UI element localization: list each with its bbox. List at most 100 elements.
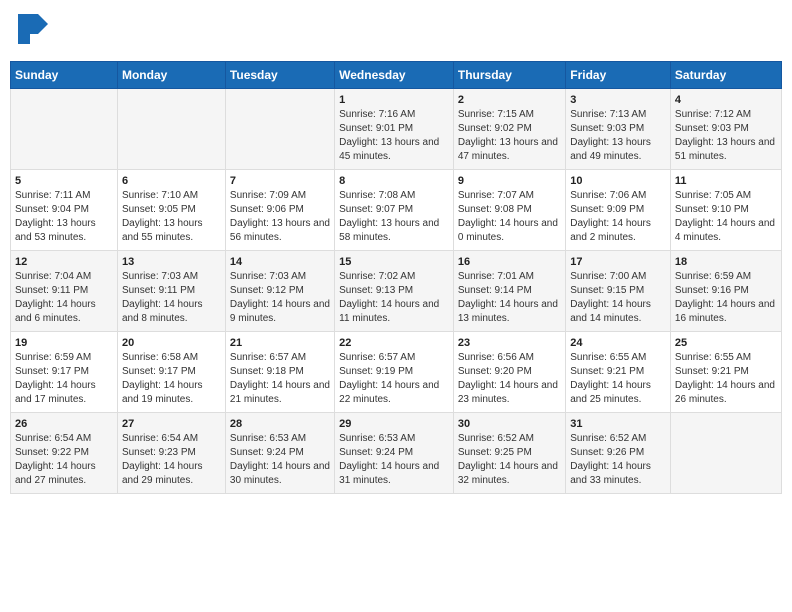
calendar-cell: 12 Sunrise: 7:04 AMSunset: 9:11 PMDayligh… [11, 251, 118, 332]
day-info: Sunrise: 7:05 AMSunset: 9:10 PMDaylight:… [675, 189, 777, 245]
logo-icon [18, 14, 48, 49]
day-number: 11 [675, 175, 777, 187]
day-info: Sunrise: 7:01 AMSunset: 9:14 PMDaylight:… [458, 270, 561, 326]
day-number: 30 [458, 418, 561, 430]
day-info: Sunrise: 7:10 AMSunset: 9:05 PMDaylight:… [122, 189, 221, 245]
day-number: 22 [339, 337, 449, 349]
calendar-cell: 9 Sunrise: 7:07 AMSunset: 9:08 PMDaylight… [453, 170, 565, 251]
calendar-cell [225, 89, 334, 170]
calendar-cell: 15 Sunrise: 7:02 AMSunset: 9:13 PMDayligh… [335, 251, 454, 332]
calendar-cell [670, 413, 781, 494]
day-header-sunday: Sunday [11, 62, 118, 89]
day-number: 6 [122, 175, 221, 187]
day-info: Sunrise: 6:59 AMSunset: 9:17 PMDaylight:… [15, 351, 113, 407]
day-number: 13 [122, 256, 221, 268]
calendar-cell: 8 Sunrise: 7:08 AMSunset: 9:07 PMDaylight… [335, 170, 454, 251]
day-header-monday: Monday [117, 62, 225, 89]
day-number: 16 [458, 256, 561, 268]
calendar-cell: 20 Sunrise: 6:58 AMSunset: 9:17 PMDayligh… [117, 332, 225, 413]
day-info: Sunrise: 6:53 AMSunset: 9:24 PMDaylight:… [230, 432, 330, 488]
calendar-cell [117, 89, 225, 170]
day-number: 18 [675, 256, 777, 268]
day-number: 4 [675, 94, 777, 106]
calendar-cell: 7Sunrise: 7:09 AMSunset: 9:06 PMDaylight… [225, 170, 334, 251]
calendar-cell: 29 Sunrise: 6:53 AMSunset: 9:24 PMDayligh… [335, 413, 454, 494]
calendar-cell: 16 Sunrise: 7:01 AMSunset: 9:14 PMDayligh… [453, 251, 565, 332]
day-info: Sunrise: 7:08 AMSunset: 9:07 PMDaylight:… [339, 189, 449, 245]
calendar-cell: 3 Sunrise: 7:13 AMSunset: 9:03 PMDaylight… [566, 89, 671, 170]
logo [18, 14, 52, 49]
page-header [10, 10, 782, 53]
calendar-cell: 10 Sunrise: 7:06 AMSunset: 9:09 PMDayligh… [566, 170, 671, 251]
day-info: Sunrise: 6:54 AMSunset: 9:22 PMDaylight:… [15, 432, 113, 488]
calendar-table: SundayMondayTuesdayWednesdayThursdayFrid… [10, 61, 782, 494]
day-info: Sunrise: 7:04 AMSunset: 9:11 PMDaylight:… [15, 270, 113, 326]
calendar-cell [11, 89, 118, 170]
day-number: 29 [339, 418, 449, 430]
calendar-cell: 4 Sunrise: 7:12 AMSunset: 9:03 PMDaylight… [670, 89, 781, 170]
calendar-cell: 30 Sunrise: 6:52 AMSunset: 9:25 PMDayligh… [453, 413, 565, 494]
day-number: 12 [15, 256, 113, 268]
calendar-cell: 28 Sunrise: 6:53 AMSunset: 9:24 PMDayligh… [225, 413, 334, 494]
day-number: 14 [230, 256, 330, 268]
day-header-tuesday: Tuesday [225, 62, 334, 89]
day-number: 25 [675, 337, 777, 349]
day-number: 1 [339, 94, 449, 106]
day-number: 21 [230, 337, 330, 349]
calendar-cell: 31 Sunrise: 6:52 AMSunset: 9:26 PMDayligh… [566, 413, 671, 494]
calendar-cell: 23Sunrise: 6:56 AMSunset: 9:20 PMDayligh… [453, 332, 565, 413]
day-info: Sunrise: 7:03 AMSunset: 9:12 PMDaylight:… [230, 270, 330, 326]
calendar-cell: 2Sunrise: 7:15 AMSunset: 9:02 PMDaylight… [453, 89, 565, 170]
day-info: Sunrise: 7:00 AMSunset: 9:15 PMDaylight:… [570, 270, 666, 326]
day-number: 7 [230, 175, 330, 187]
day-info: Sunrise: 6:53 AMSunset: 9:24 PMDaylight:… [339, 432, 449, 488]
calendar-week-row: 1 Sunrise: 7:16 AMSunset: 9:01 PMDaylight… [11, 89, 782, 170]
day-number: 31 [570, 418, 666, 430]
day-number: 8 [339, 175, 449, 187]
day-number: 28 [230, 418, 330, 430]
day-info: Sunrise: 7:15 AMSunset: 9:02 PMDaylight:… [458, 108, 561, 164]
day-info: Sunrise: 7:16 AMSunset: 9:01 PMDaylight:… [339, 108, 449, 164]
day-info: Sunrise: 7:12 AMSunset: 9:03 PMDaylight:… [675, 108, 777, 164]
day-number: 10 [570, 175, 666, 187]
calendar-week-row: 26Sunrise: 6:54 AMSunset: 9:22 PMDayligh… [11, 413, 782, 494]
day-number: 27 [122, 418, 221, 430]
day-number: 17 [570, 256, 666, 268]
day-number: 19 [15, 337, 113, 349]
calendar-cell: 26Sunrise: 6:54 AMSunset: 9:22 PMDayligh… [11, 413, 118, 494]
day-number: 9 [458, 175, 561, 187]
calendar-cell: 22Sunrise: 6:57 AMSunset: 9:19 PMDayligh… [335, 332, 454, 413]
days-header-row: SundayMondayTuesdayWednesdayThursdayFrid… [11, 62, 782, 89]
day-header-saturday: Saturday [670, 62, 781, 89]
day-info: Sunrise: 6:55 AMSunset: 9:21 PMDaylight:… [570, 351, 666, 407]
calendar-cell: 25Sunrise: 6:55 AMSunset: 9:21 PMDayligh… [670, 332, 781, 413]
day-number: 3 [570, 94, 666, 106]
calendar-cell: 14 Sunrise: 7:03 AMSunset: 9:12 PMDayligh… [225, 251, 334, 332]
day-number: 15 [339, 256, 449, 268]
calendar-cell: 11 Sunrise: 7:05 AMSunset: 9:10 PMDayligh… [670, 170, 781, 251]
day-number: 23 [458, 337, 561, 349]
day-header-thursday: Thursday [453, 62, 565, 89]
calendar-cell: 27 Sunrise: 6:54 AMSunset: 9:23 PMDayligh… [117, 413, 225, 494]
calendar-cell: 6 Sunrise: 7:10 AMSunset: 9:05 PMDaylight… [117, 170, 225, 251]
day-number: 24 [570, 337, 666, 349]
day-info: Sunrise: 7:06 AMSunset: 9:09 PMDaylight:… [570, 189, 666, 245]
calendar-week-row: 19 Sunrise: 6:59 AMSunset: 9:17 PMDayligh… [11, 332, 782, 413]
day-info: Sunrise: 7:11 AMSunset: 9:04 PMDaylight:… [15, 189, 113, 245]
day-info: Sunrise: 7:07 AMSunset: 9:08 PMDaylight:… [458, 189, 561, 245]
day-info: Sunrise: 7:02 AMSunset: 9:13 PMDaylight:… [339, 270, 449, 326]
calendar-cell: 13Sunrise: 7:03 AMSunset: 9:11 PMDayligh… [117, 251, 225, 332]
day-info: Sunrise: 6:58 AMSunset: 9:17 PMDaylight:… [122, 351, 221, 407]
day-info: Sunrise: 6:52 AMSunset: 9:25 PMDaylight:… [458, 432, 561, 488]
day-number: 20 [122, 337, 221, 349]
day-info: Sunrise: 6:54 AMSunset: 9:23 PMDaylight:… [122, 432, 221, 488]
calendar-cell: 1 Sunrise: 7:16 AMSunset: 9:01 PMDaylight… [335, 89, 454, 170]
day-info: Sunrise: 6:59 AMSunset: 9:16 PMDaylight:… [675, 270, 777, 326]
day-header-friday: Friday [566, 62, 671, 89]
calendar-week-row: 12 Sunrise: 7:04 AMSunset: 9:11 PMDayligh… [11, 251, 782, 332]
day-info: Sunrise: 6:57 AMSunset: 9:18 PMDaylight:… [230, 351, 330, 407]
calendar-week-row: 5Sunrise: 7:11 AMSunset: 9:04 PMDaylight… [11, 170, 782, 251]
day-info: Sunrise: 6:52 AMSunset: 9:26 PMDaylight:… [570, 432, 666, 488]
day-info: Sunrise: 7:13 AMSunset: 9:03 PMDaylight:… [570, 108, 666, 164]
day-header-wednesday: Wednesday [335, 62, 454, 89]
